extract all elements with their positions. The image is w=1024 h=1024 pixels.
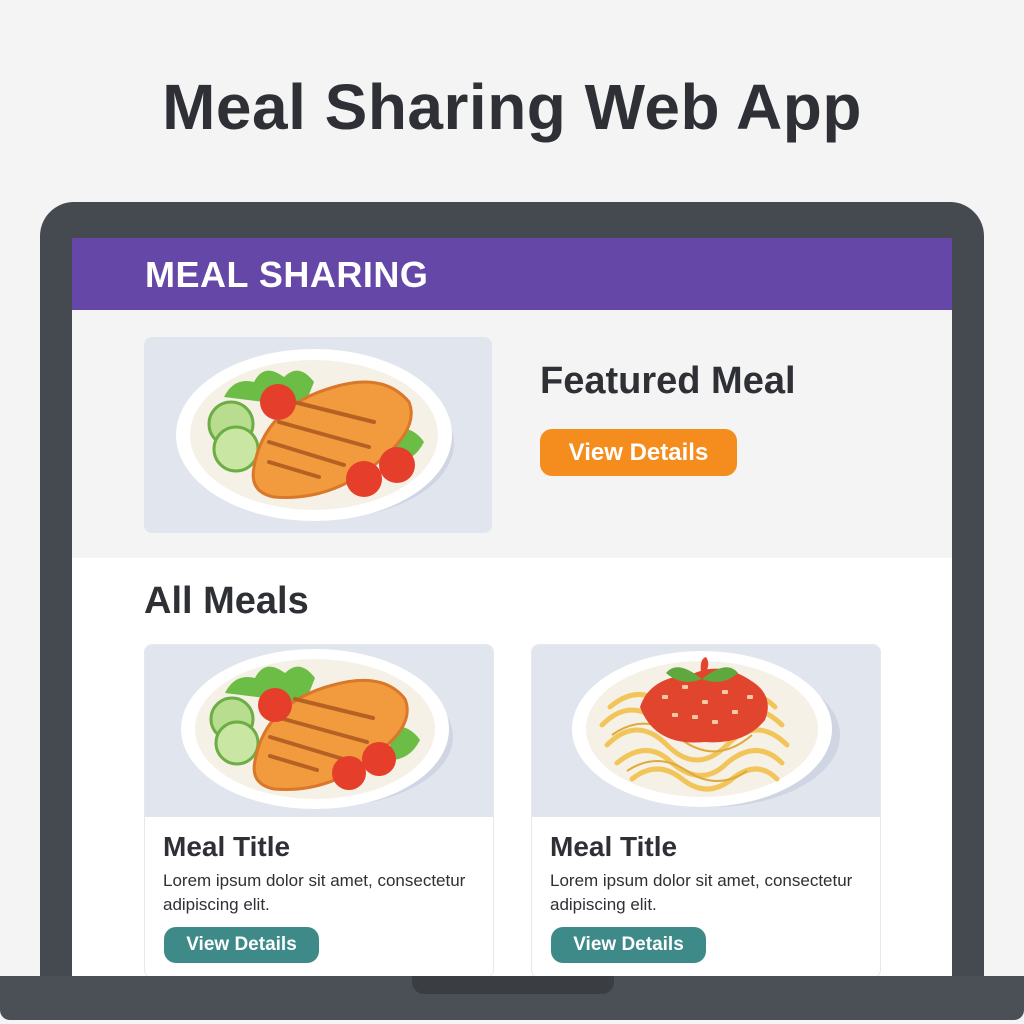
spaghetti-plate-icon	[572, 651, 840, 807]
brand-logo-text[interactable]: MEAL SHARING	[145, 254, 428, 296]
meal-view-details-button[interactable]: View Details	[164, 927, 319, 963]
meal-card-title: Meal Title	[550, 831, 678, 862]
meal-view-details-button[interactable]: View Details	[551, 927, 706, 963]
featured-meal-title: Featured Meal	[540, 360, 796, 402]
featured-meal-section: Featured Meal View Details	[72, 310, 952, 558]
app-header: MEAL SHARING	[72, 238, 952, 310]
meal-card-image	[532, 645, 880, 817]
meal-card[interactable]: Meal Title Lorem ipsum dolor sit amet, c…	[531, 644, 881, 976]
page-heading: Meal Sharing Web App	[162, 71, 862, 143]
meal-card-title: Meal Title	[163, 831, 291, 862]
all-meals-title: All Meals	[144, 580, 309, 622]
laptop-notch	[412, 976, 614, 994]
featured-meal-image[interactable]	[144, 337, 492, 533]
app-screen: MEAL SHARING Featured Meal View Details …	[72, 238, 952, 976]
meal-card-image	[145, 645, 493, 817]
grilled-chicken-plate-icon	[176, 349, 454, 521]
meal-card-description: Lorem ipsum dolor sit amet, consectetur …	[163, 871, 466, 914]
featured-view-details-button[interactable]: View Details	[540, 429, 737, 476]
meal-card[interactable]: Meal Title Lorem ipsum dolor sit amet, c…	[144, 644, 494, 976]
meal-card-description: Lorem ipsum dolor sit amet, consectetur …	[550, 871, 853, 914]
grilled-chicken-plate-icon	[181, 649, 453, 809]
